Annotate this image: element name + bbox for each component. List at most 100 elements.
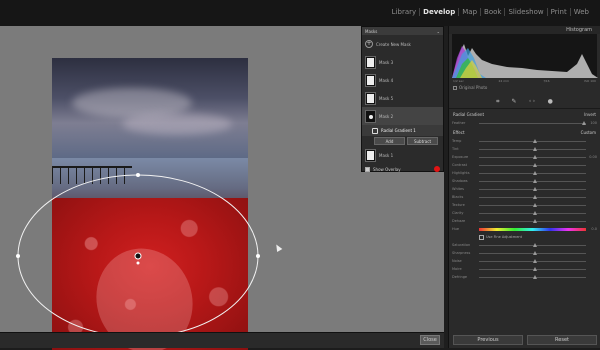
- exif-iso: ISO 100: [584, 79, 596, 83]
- mask-icon[interactable]: ●: [548, 98, 553, 105]
- module-library[interactable]: Library: [389, 8, 421, 16]
- exposure-slider[interactable]: Exposure 0.00: [449, 153, 600, 161]
- fine-adjustment-row[interactable]: Use Fine Adjustment: [449, 233, 600, 241]
- slider-track[interactable]: [479, 154, 586, 159]
- mask-component-row[interactable]: Radial Gradient 1: [362, 125, 443, 136]
- slider-knob[interactable]: [532, 186, 537, 191]
- slider-knob[interactable]: [532, 178, 537, 183]
- contrast-slider[interactable]: Contrast: [449, 161, 600, 169]
- slider-track[interactable]: [479, 162, 586, 167]
- slider-track[interactable]: [479, 218, 586, 223]
- slider-label: Shadows: [452, 179, 468, 183]
- module-map[interactable]: Map: [459, 8, 482, 16]
- create-mask-row[interactable]: + Create New Mask: [362, 35, 443, 53]
- mask-item[interactable]: Mask 3: [362, 53, 443, 71]
- noise-slider[interactable]: Noise: [449, 257, 600, 265]
- slider-track[interactable]: [479, 242, 586, 247]
- slider-track[interactable]: [479, 146, 586, 151]
- mask-item[interactable]: Mask 5: [362, 89, 443, 107]
- close-icon[interactable]: ⌄: [437, 29, 440, 34]
- original-photo-row[interactable]: Original Photo: [449, 84, 600, 91]
- crop-icon[interactable]: ⌗: [496, 98, 499, 106]
- slider-knob[interactable]: [532, 210, 537, 215]
- slider-track[interactable]: [479, 210, 586, 215]
- plus-icon[interactable]: +: [365, 40, 373, 48]
- slider-knob[interactable]: [532, 146, 537, 151]
- shadows-slider[interactable]: Shadows: [449, 177, 600, 185]
- slider-label: Highlights: [452, 171, 470, 175]
- photo-preview[interactable]: [52, 58, 248, 350]
- sharpness-slider[interactable]: Sharpness: [449, 249, 600, 257]
- clarity-slider[interactable]: Clarity: [449, 209, 600, 217]
- mask-item[interactable]: Mask 4: [362, 71, 443, 89]
- close-button[interactable]: Close: [420, 335, 440, 345]
- brush-icon[interactable]: ✎: [512, 98, 517, 105]
- module-slideshow[interactable]: Slideshow: [505, 8, 548, 16]
- slider-track[interactable]: [479, 138, 586, 143]
- slider-label: Temp: [452, 139, 462, 143]
- slider-track[interactable]: [479, 170, 586, 175]
- slider-knob[interactable]: [581, 120, 586, 125]
- slider-track[interactable]: [479, 178, 586, 183]
- slider-knob[interactable]: [532, 202, 537, 207]
- slider-knob[interactable]: [532, 274, 537, 279]
- slider-track[interactable]: [479, 186, 586, 191]
- whites-slider[interactable]: Whites: [449, 185, 600, 193]
- top-module-bar: Library Develop Map Book Slideshow Print…: [0, 0, 600, 26]
- slider-knob[interactable]: [532, 162, 537, 167]
- slider-knob[interactable]: [532, 258, 537, 263]
- exif-aperture: f/16: [543, 79, 550, 83]
- subtract-button[interactable]: Subtract: [407, 137, 438, 145]
- hue-track[interactable]: [479, 227, 586, 231]
- tint-slider[interactable]: Tint: [449, 145, 600, 153]
- slider-track[interactable]: [479, 274, 586, 279]
- slider-knob[interactable]: [532, 194, 537, 199]
- previous-button[interactable]: Previous: [453, 335, 523, 345]
- overlay-color-swatch[interactable]: [434, 166, 440, 172]
- slider-track[interactable]: [479, 266, 586, 271]
- slider-track[interactable]: [479, 194, 586, 199]
- mask-action-row: Add Subtract: [362, 136, 443, 146]
- redeye-icon[interactable]: ◦◦: [529, 98, 536, 105]
- blacks-slider[interactable]: Blacks: [449, 193, 600, 201]
- feather-slider[interactable]: Feather 100: [449, 119, 600, 127]
- show-overlay-checkbox[interactable]: [365, 166, 370, 172]
- mask-header-row: Radial Gradient Invert: [449, 109, 600, 119]
- photo-cloud: [122, 113, 232, 135]
- slider-knob[interactable]: [532, 154, 537, 159]
- slider-track[interactable]: [479, 202, 586, 207]
- add-button[interactable]: Add: [374, 137, 405, 145]
- slider-knob[interactable]: [532, 170, 537, 175]
- slider-knob[interactable]: [532, 138, 537, 143]
- hue-slider[interactable]: Hue 0.0: [449, 225, 600, 233]
- module-print[interactable]: Print: [548, 8, 571, 16]
- slider-knob[interactable]: [532, 250, 537, 255]
- slider-track[interactable]: [479, 120, 586, 125]
- slider-knob[interactable]: [532, 266, 537, 271]
- highlights-slider[interactable]: Highlights: [449, 169, 600, 177]
- original-photo-checkbox[interactable]: [453, 85, 457, 90]
- reset-button[interactable]: Reset: [527, 335, 597, 345]
- moire-slider[interactable]: Moire: [449, 265, 600, 273]
- mask-item-selected[interactable]: Mask 2: [362, 107, 443, 125]
- dehaze-slider[interactable]: Dehaze: [449, 217, 600, 225]
- mask-item[interactable]: Mask 1: [362, 146, 443, 164]
- temp-slider[interactable]: Temp: [449, 137, 600, 145]
- effect-preset-select[interactable]: Custom: [581, 130, 596, 135]
- saturation-slider[interactable]: Saturation: [449, 241, 600, 249]
- defringe-slider[interactable]: Defringe: [449, 273, 600, 281]
- slider-knob[interactable]: [532, 218, 537, 223]
- masks-title: Masks: [365, 28, 378, 34]
- slider-label: Sharpness: [452, 251, 471, 255]
- slider-label: Defringe: [452, 275, 468, 279]
- module-web[interactable]: Web: [571, 8, 592, 16]
- module-develop[interactable]: Develop: [420, 8, 460, 16]
- slider-track[interactable]: [479, 250, 586, 255]
- texture-slider[interactable]: Texture: [449, 201, 600, 209]
- module-book[interactable]: Book: [481, 8, 506, 16]
- slider-knob[interactable]: [532, 242, 537, 247]
- invert-toggle[interactable]: Invert: [584, 112, 596, 117]
- slider-track[interactable]: [479, 258, 586, 263]
- fine-adjustment-checkbox[interactable]: [479, 234, 484, 240]
- slider-label: Tint: [452, 147, 459, 151]
